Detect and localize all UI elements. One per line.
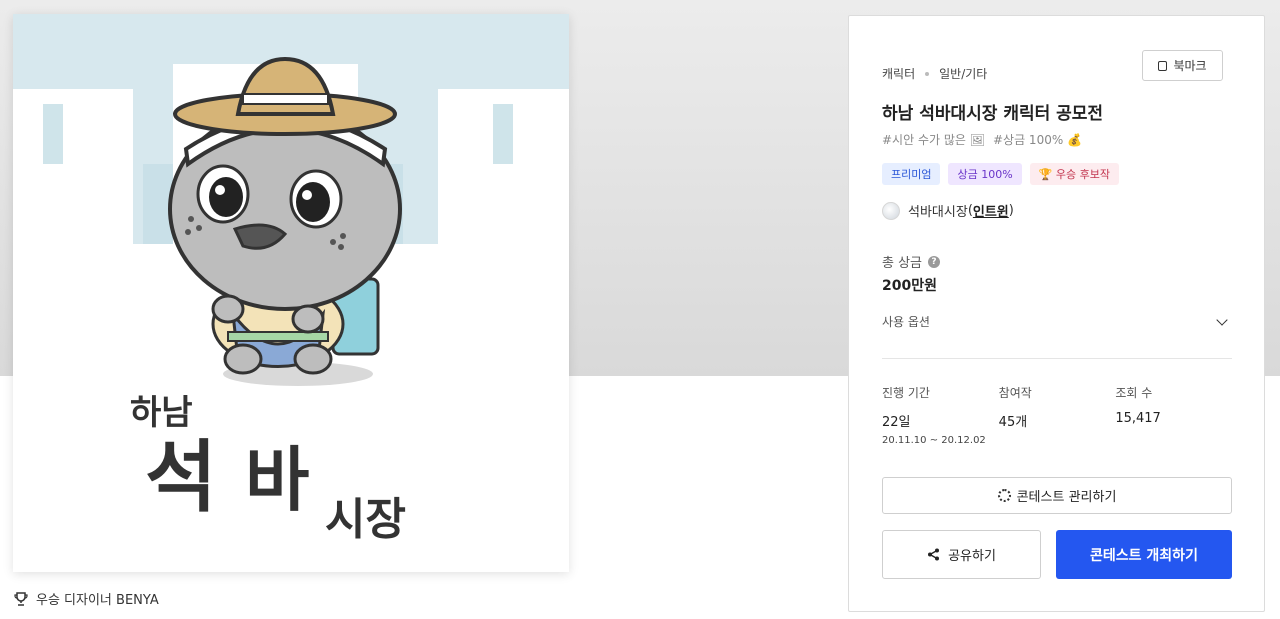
subcategory-label[interactable]: 일반/기타	[939, 65, 987, 82]
tag-item[interactable]: #상금 100% 💰	[993, 131, 1082, 148]
stat-views: 조회 수 15,417	[1115, 384, 1232, 446]
category-label[interactable]: 캐릭터	[882, 65, 915, 82]
artwork-title-big-2: 바	[245, 439, 309, 521]
host-link[interactable]: 인트윈	[973, 201, 1009, 220]
manage-label: 콘테스트 관리하기	[1016, 490, 1117, 505]
period-label: 진행 기간	[882, 386, 930, 400]
period-value: 22일	[882, 415, 911, 430]
contest-info-panel: 캐릭터 일반/기타 북마크 하남 석바대시장 캐릭터 공모전 #시안 수가 많은…	[848, 15, 1265, 612]
stat-entries: 참여작 45개	[999, 384, 1116, 446]
share-button[interactable]: 공유하기	[882, 530, 1041, 579]
views-value: 15,417	[1115, 411, 1161, 426]
share-icon	[928, 548, 940, 561]
manage-contest-button[interactable]: 콘테스트 관리하기	[882, 477, 1232, 514]
bookmark-button[interactable]: 북마크	[1142, 50, 1223, 81]
entries-label: 참여작	[998, 386, 1032, 400]
host-contest-label: 콘테스트 개최하기	[1090, 547, 1198, 564]
winner-candidate-badge: 🏆 우승 후보작	[1029, 163, 1119, 185]
total-prize-label: 총 상금 ?	[882, 252, 941, 271]
entries-value: 45개	[998, 415, 1028, 430]
trophy-icon	[14, 591, 28, 606]
share-label: 공유하기	[948, 549, 996, 564]
winning-artwork[interactable]: 하남 석 바 시장	[13, 14, 569, 572]
options-label: 사용 옵션	[882, 315, 930, 329]
badge-list: 프리미엄 상금 100% 🏆 우승 후보작	[882, 163, 1119, 185]
host-avatar	[882, 201, 900, 220]
gear-icon	[997, 489, 1011, 502]
artwork-title-small: 하남	[130, 393, 193, 433]
host-info: 석바대시장(인트윈)	[882, 201, 1014, 220]
options-dropdown[interactable]: 사용 옵션	[882, 313, 1232, 330]
help-icon[interactable]: ?	[928, 255, 941, 268]
premium-badge: 프리미엄	[882, 163, 941, 185]
contest-stats: 진행 기간 22일 20.11.10 ~ 20.12.02 참여작 45개 조회…	[882, 384, 1232, 446]
stat-period: 진행 기간 22일 20.11.10 ~ 20.12.02	[882, 384, 999, 446]
bookmark-label: 북마크	[1173, 59, 1207, 73]
tag-list: #시안 수가 많은 🖼 #상금 100% 💰	[882, 131, 1082, 148]
prize-badge: 상금 100%	[948, 163, 1022, 185]
period-range: 20.11.10 ~ 20.12.02	[882, 435, 986, 446]
artwork-title-big-1: 석	[145, 433, 217, 523]
winner-text: 우승 디자이너 BENYA	[36, 593, 159, 608]
divider	[882, 358, 1232, 359]
views-label: 조회 수	[1115, 386, 1153, 400]
winner-designer: 우승 디자이너 BENYA	[14, 589, 159, 608]
separator-dot	[925, 71, 930, 76]
breadcrumb: 캐릭터 일반/기타	[882, 65, 987, 82]
mascot-illustration: 하남 석 바 시장	[13, 14, 569, 572]
host-contest-button[interactable]: 콘테스트 개최하기	[1056, 530, 1232, 579]
contest-title: 하남 석바대시장 캐릭터 공모전	[882, 104, 1104, 124]
host-name: 석바대시장	[908, 205, 968, 220]
total-prize-value: 200만원	[882, 278, 937, 294]
bookmark-icon	[1158, 60, 1168, 71]
artwork-title-big-3: 시장	[325, 494, 406, 545]
total-prize-text: 총 상금	[882, 256, 923, 271]
tag-item[interactable]: #시안 수가 많은 🖼	[882, 131, 985, 148]
chevron-down-icon	[1216, 313, 1228, 326]
